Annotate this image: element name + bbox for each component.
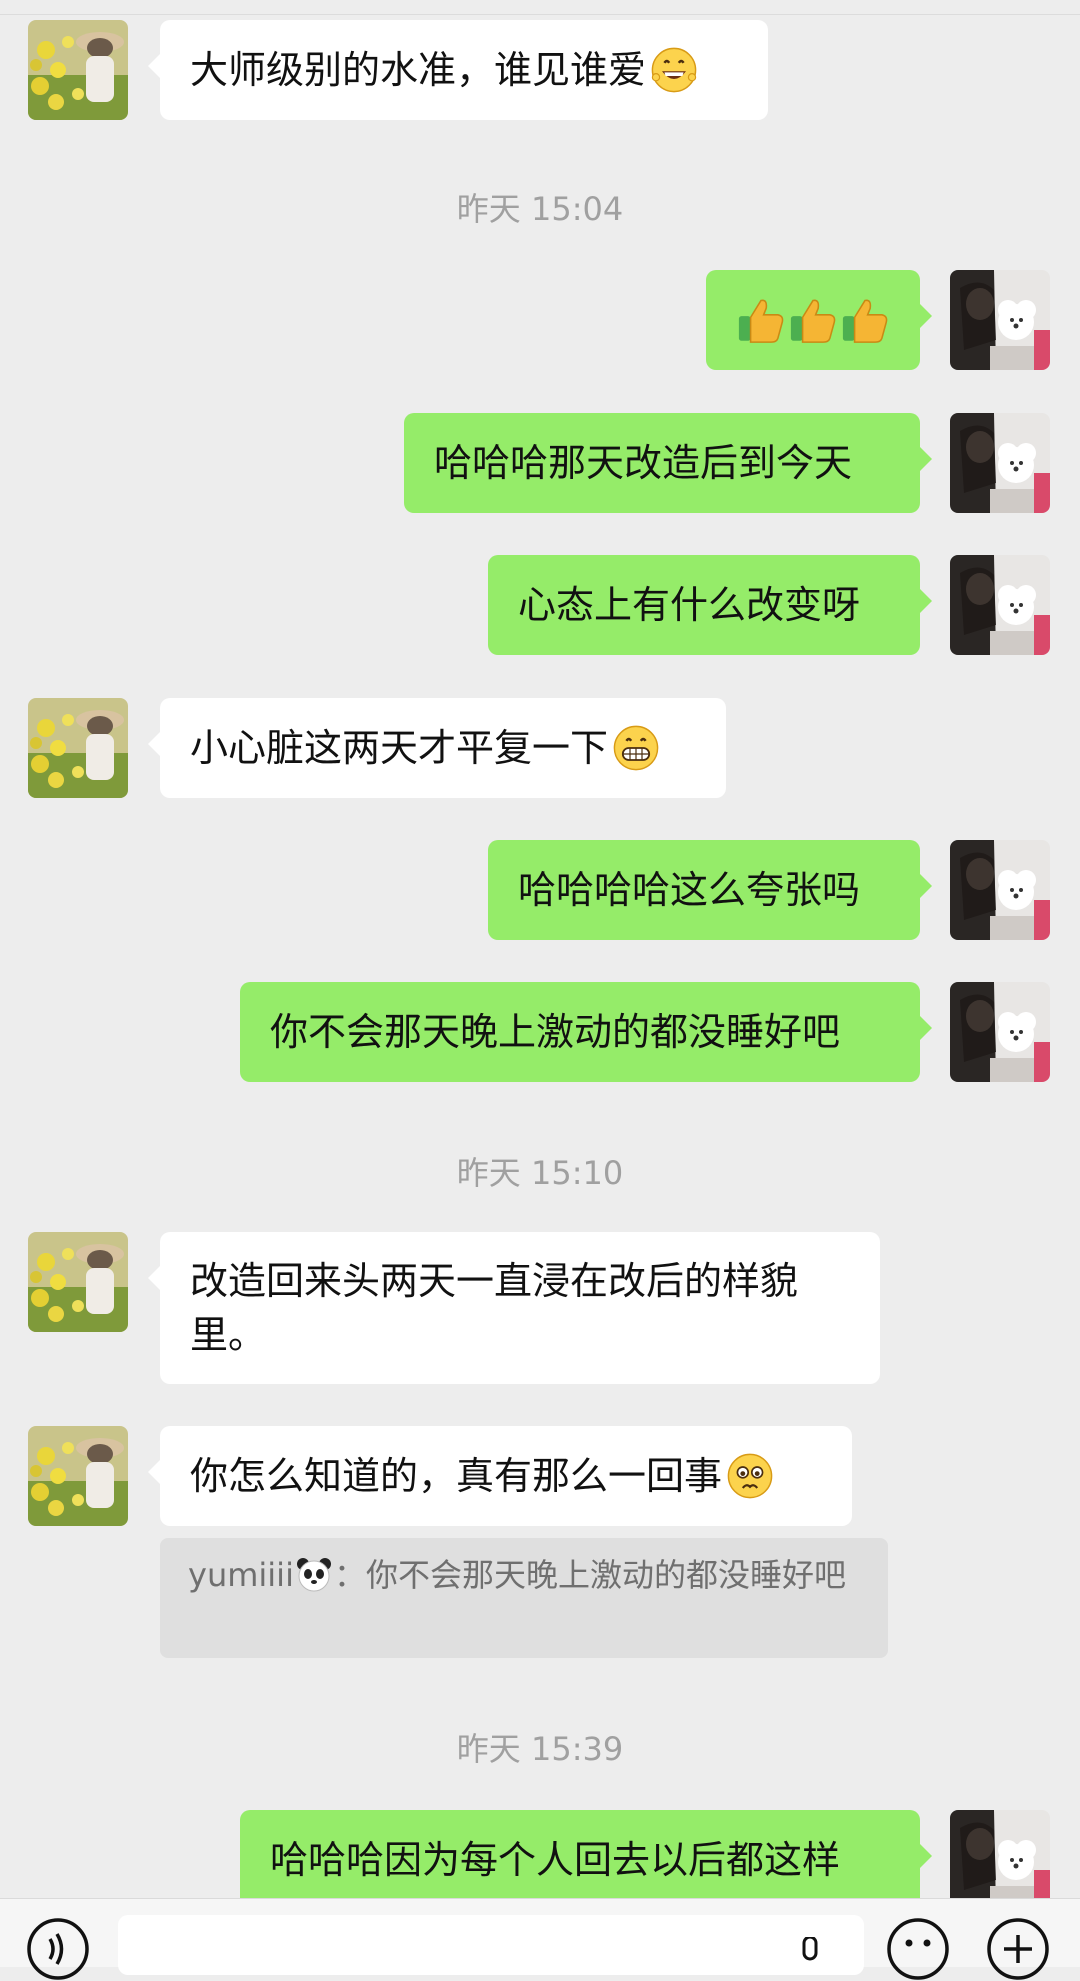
voice-icon[interactable] xyxy=(26,1917,90,1981)
message-bubble-incoming[interactable]: 改造回来头两天一直浸在改后的样貌里。 xyxy=(148,1232,880,1384)
message-bubble-incoming[interactable]: 大师级别的水准，谁见谁爱 xyxy=(148,20,768,120)
message-text: 哈哈哈哈这么夸张吗 xyxy=(518,868,861,912)
message-text: 小心脏这两天才平复一下 xyxy=(190,726,609,770)
my-avatar[interactable] xyxy=(950,413,1050,513)
message-text: 你不会那天晚上激动的都没睡好吧 xyxy=(270,1010,841,1054)
message-text: 大师级别的水准，谁见谁爱 xyxy=(190,48,647,92)
contact-avatar[interactable] xyxy=(28,1232,128,1332)
message-text: 哈哈哈因为每个人回去以后都这样 xyxy=(270,1838,841,1882)
message-bubble-outgoing[interactable]: 心态上有什么改变呀 xyxy=(488,555,932,655)
panda-emoji-icon xyxy=(294,1554,334,1594)
thumbs-up-emoji-icon xyxy=(735,294,787,346)
emoji-button-icon[interactable] xyxy=(886,1917,950,1981)
message-bubble-outgoing[interactable]: 你不会那天晚上激动的都没睡好吧 xyxy=(240,982,932,1082)
grimacing-face-emoji-icon xyxy=(612,724,660,772)
contact-avatar[interactable] xyxy=(28,20,128,120)
quote-author: yumiiii xyxy=(188,1556,294,1594)
plus-icon[interactable] xyxy=(986,1917,1050,1981)
my-avatar[interactable] xyxy=(950,1810,1050,1910)
microphone-icon[interactable] xyxy=(792,1937,828,1967)
message-bubble-outgoing[interactable]: 哈哈哈那天改造后到今天 xyxy=(404,413,932,513)
message-bubble-incoming[interactable]: 小心脏这两天才平复一下 xyxy=(148,698,726,798)
my-avatar[interactable] xyxy=(950,982,1050,1082)
message-bubble-outgoing[interactable] xyxy=(706,270,932,370)
my-avatar[interactable] xyxy=(950,555,1050,655)
my-avatar[interactable] xyxy=(950,270,1050,370)
timestamp: 昨天 15:39 xyxy=(456,1730,624,1768)
message-bubble-outgoing[interactable]: 哈哈哈哈这么夸张吗 xyxy=(488,840,932,940)
message-text: 改造回来头两天一直浸在改后的样貌里。 xyxy=(190,1259,799,1357)
message-text: 你怎么知道的，真有那么一回事 xyxy=(190,1454,723,1498)
timestamp: 昨天 15:04 xyxy=(456,190,624,228)
thumbs-up-emoji-icon xyxy=(787,294,839,346)
message-bubble-incoming[interactable]: 你怎么知道的，真有那么一回事 xyxy=(148,1426,852,1526)
contact-avatar[interactable] xyxy=(28,698,128,798)
pleading-face-emoji-icon xyxy=(726,1452,774,1500)
chat-input-bar xyxy=(0,1898,1080,1980)
quoted-message[interactable]: yumiiii ：你不会那天晚上激动的都没睡好吧 xyxy=(160,1538,888,1658)
grinning-face-emoji-icon xyxy=(650,46,698,94)
message-text: 哈哈哈那天改造后到今天 xyxy=(434,441,853,485)
contact-avatar[interactable] xyxy=(28,1426,128,1526)
message-text: 心态上有什么改变呀 xyxy=(518,583,861,627)
timestamp: 昨天 15:10 xyxy=(456,1154,624,1192)
my-avatar[interactable] xyxy=(950,840,1050,940)
quote-text: ：你不会那天晚上激动的都没睡好吧 xyxy=(333,1556,846,1594)
message-bubble-outgoing[interactable]: 哈哈哈因为每个人回去以后都这样 xyxy=(240,1810,932,1910)
message-input[interactable] xyxy=(118,1915,864,1975)
top-divider xyxy=(0,14,1080,15)
thumbs-up-emoji-icon xyxy=(839,294,891,346)
